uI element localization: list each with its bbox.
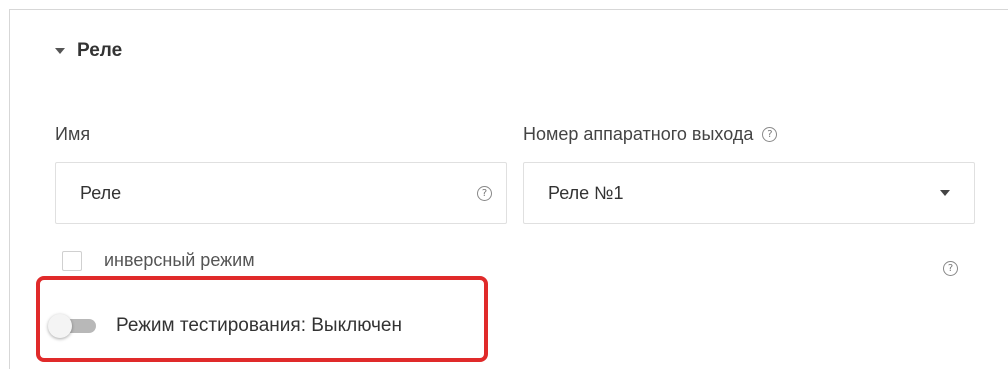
inverse-mode-row[interactable]: инверсный режим [62,250,255,271]
output-select-value: Реле №1 [548,182,624,203]
section-title: Реле [77,40,123,61]
output-field-label: Номер аппаратного выхода [523,124,754,144]
inverse-mode-checkbox[interactable] [62,250,82,271]
output-select[interactable]: Реле №1 [523,162,975,224]
test-mode-row[interactable]: Режим тестирования: Выключен [48,314,402,338]
dropdown-arrow-icon [940,190,950,196]
section-header-relay[interactable]: Реле [55,36,122,66]
name-input[interactable] [80,182,477,204]
output-field-label-row: Номер аппаратного выхода ? [523,124,778,145]
test-mode-label: Режим тестирования: Выключен [116,315,402,336]
help-circle-icon[interactable]: ? [943,261,958,276]
caret-down-icon [55,48,65,54]
toggle-thumb [48,314,72,338]
test-mode-toggle[interactable] [48,314,98,338]
help-circle-icon[interactable]: ? [477,185,492,201]
name-field-label: Имя [55,124,91,144]
help-circle-icon[interactable]: ? [762,127,778,142]
page: Реле Имя Номер аппаратного выхода ? ? Ре… [0,0,1008,369]
inverse-mode-label: инверсный режим [104,250,255,270]
name-input-box[interactable]: ? [55,162,507,224]
